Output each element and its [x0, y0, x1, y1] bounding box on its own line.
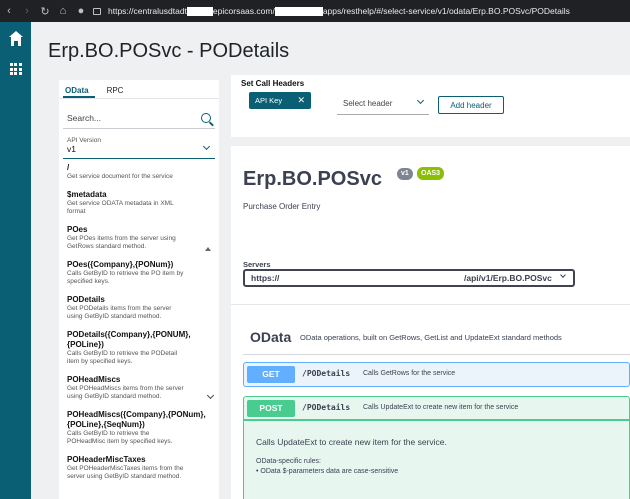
list-item[interactable]: POHeadMiscs Get POHeadMiscs items from t…: [67, 375, 219, 402]
close-icon[interactable]: ✕: [297, 95, 305, 106]
search-input[interactable]: Search...: [63, 107, 215, 129]
post-description: Calls UpdateExt to create new item for t…: [256, 437, 447, 447]
microphone-icon[interactable]: ●: [72, 0, 90, 22]
address-bar[interactable]: https://centralusdtadt epicorsaas.com/app…: [108, 5, 570, 17]
api-key-chip[interactable]: API Key ✕: [249, 92, 311, 109]
operation-description: Calls GetByID to retrieve the PODetail i…: [67, 349, 178, 366]
address-bar-icon: [90, 0, 104, 22]
list-item[interactable]: / Get service document for the service: [67, 163, 219, 182]
list-item[interactable]: POes({Company},{PONum}) Calls GetByID to…: [67, 260, 219, 287]
forward-icon[interactable]: ›: [18, 0, 36, 22]
operation-name: POes: [67, 224, 88, 234]
list-item[interactable]: PODetails Get PODetails items from the s…: [67, 295, 219, 322]
operation-description: Calls GetByID to retrieve the POHeadMisc…: [67, 429, 173, 446]
select-header-placeholder: Select header: [343, 99, 393, 108]
operation-name: PODetails: [67, 294, 105, 304]
redacted-block: [274, 7, 323, 17]
browser-home-icon[interactable]: ⌂: [54, 0, 72, 22]
search-placeholder: Search...: [67, 112, 102, 123]
list-item[interactable]: PODetails({Company},{PONUM},{POLine}) Ca…: [67, 330, 219, 367]
operation-name: POes({Company},{PONum}): [67, 259, 174, 269]
servers-label: Servers: [243, 260, 271, 269]
method-badge-post: POST: [247, 400, 295, 417]
url-mid: epicorsaas.com/: [212, 5, 275, 16]
api-version-select[interactable]: API Version v1: [63, 137, 215, 159]
chevron-down-icon: [416, 96, 425, 105]
operation-path: /PODetails: [302, 403, 351, 412]
chip-label: API Key: [255, 96, 283, 105]
list-item[interactable]: POHeaderMiscTaxes Get POHeaderMiscTaxes …: [67, 455, 219, 482]
url-prefix: https://centralusdtadt: [108, 5, 187, 16]
tab-rpc[interactable]: RPC: [105, 80, 130, 98]
api-documentation-card: Erp.BO.POSvc v1 OAS3 Purchase Order Entr…: [231, 146, 630, 499]
operation-name: PODetails({Company},{PONUM},{POLine}): [67, 329, 191, 349]
protocol-tabs: OData RPC: [59, 80, 219, 99]
add-header-button[interactable]: Add header: [438, 96, 504, 114]
server-select[interactable]: https:// /api/v1/Erp.BO.POSvc: [243, 269, 575, 287]
version-badge: v1: [397, 168, 413, 180]
api-version-label: API Version: [67, 137, 101, 144]
operation-description: Calls GetByID to retrieve the PO item by…: [67, 269, 184, 286]
operation-description: Get PODetails items from the server usin…: [67, 304, 172, 321]
reload-icon[interactable]: ↻: [36, 0, 54, 22]
operation-summary: Calls UpdateExt to create new item for t…: [363, 404, 519, 411]
post-podetails-operation[interactable]: POST /PODetails Calls UpdateExt to creat…: [243, 396, 630, 420]
chevron-down-icon: [560, 272, 566, 278]
url-suffix: apps/resthelp/#/select-service/v1/odata/…: [322, 5, 570, 16]
tag-divider: [243, 354, 630, 355]
rules-title: OData-specific rules:: [256, 458, 321, 465]
operation-name: POHeadMiscs: [67, 374, 121, 384]
call-headers-card: Set Call Headers API Key ✕ Select header…: [231, 75, 630, 137]
tag-name[interactable]: OData: [250, 329, 291, 345]
list-item[interactable]: POes Get POes items from the server usin…: [67, 225, 219, 252]
rule-item: • OData $-parameters data are case-sensi…: [256, 468, 399, 475]
browser-toolbar: ‹ › ↻ ⌂ ● https://centralusdtadt epicorsa…: [0, 0, 630, 22]
apps-grid-icon[interactable]: [0, 54, 31, 84]
operation-description: Get POHeaderMiscTaxes items from the ser…: [67, 464, 184, 481]
method-badge-get: GET: [247, 366, 295, 383]
operation-description: Get POHeadMiscs items from the server us…: [67, 384, 184, 401]
home-icon[interactable]: [0, 24, 31, 54]
rule-text: OData $-parameters data are case-sensiti…: [260, 468, 399, 475]
api-description: Purchase Order Entry: [243, 202, 321, 211]
get-podetails-operation[interactable]: GET /PODetails Calls GetRows for the ser…: [243, 362, 630, 387]
page-title: Erp.BO.POSvc - PODetails: [48, 40, 290, 62]
scroll-up-icon[interactable]: [205, 247, 211, 251]
tab-odata[interactable]: OData: [63, 80, 95, 98]
api-version-value: v1: [67, 144, 76, 154]
api-title: Erp.BO.POSvc: [243, 168, 382, 190]
search-icon[interactable]: [201, 112, 211, 123]
operation-description: Get POes items from the server using Get…: [67, 234, 176, 251]
service-operations-panel: OData RPC Search... API Version v1 / Get…: [59, 80, 219, 499]
list-item[interactable]: POHeadMiscs({Company},{PONum},{POLine},{…: [67, 410, 219, 447]
operation-summary: Calls GetRows for the service: [363, 370, 456, 377]
list-item[interactable]: $metadata Get service ODATA metadata in …: [67, 190, 219, 217]
operation-name: /: [67, 163, 70, 172]
operation-name: POHeadMiscs({Company},{PONum},{POLine},{…: [67, 409, 206, 429]
side-rail: [0, 22, 31, 499]
server-prefix: https://: [251, 273, 280, 283]
operation-description: Get service ODATA metadata in XML format: [67, 199, 174, 216]
section-divider: [231, 304, 630, 305]
server-suffix: /api/v1/Erp.BO.POSvc: [464, 273, 552, 283]
oas-badge: OAS3: [417, 167, 445, 180]
select-header-dropdown[interactable]: Select header: [337, 93, 429, 115]
operation-description: Get service document for the service: [67, 173, 173, 180]
call-headers-title: Set Call Headers: [241, 79, 305, 88]
operation-list: / Get service document for the service $…: [59, 159, 219, 482]
operation-name: POHeaderMiscTaxes: [67, 454, 146, 464]
operation-name: $metadata: [67, 189, 107, 199]
tag-description: OData operations, built on GetRows, GetL…: [300, 333, 562, 342]
post-operation-details: Calls UpdateExt to create new item for t…: [243, 420, 630, 499]
redacted-block: [186, 7, 213, 17]
back-icon[interactable]: ‹: [0, 0, 18, 22]
operation-path: /PODetails: [302, 369, 351, 378]
